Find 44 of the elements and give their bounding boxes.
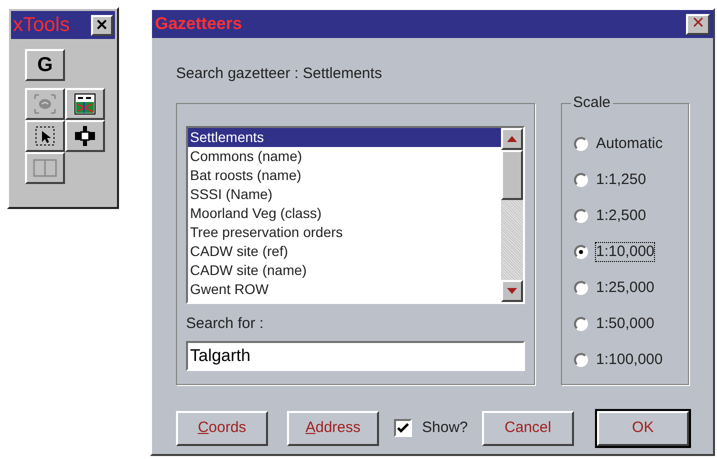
search-field[interactable]: Talgarth: [186, 340, 525, 370]
crosshair-icon: [74, 125, 96, 147]
g-tool-button[interactable]: G: [25, 49, 65, 81]
list-item[interactable]: Bat roosts (name): [188, 166, 501, 184]
close-button[interactable]: ✕: [91, 14, 113, 36]
scroll-thumb[interactable]: [501, 150, 523, 200]
checkbox-icon: [394, 419, 412, 437]
dialog-button[interactable]: Address: [287, 410, 379, 446]
down-arrow-icon: [507, 288, 517, 294]
dialog-button[interactable]: OK: [596, 410, 689, 446]
list-item[interactable]: Gwent ROW: [188, 280, 501, 298]
list-item[interactable]: Settlements: [188, 128, 501, 146]
search-label: Search for :: [186, 314, 265, 332]
scale-radio[interactable]: 1:2,500: [574, 206, 688, 226]
scrollbar[interactable]: [501, 128, 523, 302]
search-heading: Search gazetteer : Settlements: [176, 64, 383, 84]
scale-radio[interactable]: 1:10,000: [574, 242, 688, 262]
list-item[interactable]: Tree preservation orders: [188, 222, 501, 242]
scroll-down-button[interactable]: [501, 280, 523, 302]
dialog-button[interactable]: Coords: [176, 410, 268, 446]
dialog-button[interactable]: Cancel: [482, 410, 574, 446]
close-button[interactable]: ✕: [686, 14, 710, 34]
list-item[interactable]: Commons (name): [188, 146, 501, 166]
list-item[interactable]: Moorland Veg (class): [188, 204, 501, 222]
scale-radio[interactable]: 1:100,000: [574, 350, 688, 370]
tool-button[interactable]: [65, 120, 105, 152]
tool-button[interactable]: [65, 88, 105, 120]
map-icon: [74, 93, 96, 115]
selection-icon: [34, 125, 56, 147]
list-item[interactable]: SSSI (Name): [188, 184, 501, 204]
scale-radio[interactable]: 1:1,250: [574, 170, 688, 190]
scale-radio[interactable]: 1:25,000: [574, 278, 688, 298]
dialog-title: Gazetteers: [155, 13, 242, 36]
toolbox-title: xTools: [13, 15, 70, 35]
scale-radio[interactable]: Automatic: [574, 134, 688, 154]
list-item[interactable]: CADW site (ref): [188, 242, 501, 260]
show-checkbox[interactable]: Show?: [394, 416, 468, 440]
rotate-icon: [33, 93, 57, 115]
scroll-up-button[interactable]: [501, 128, 523, 150]
panel-icon: [33, 159, 57, 177]
up-arrow-icon: [507, 136, 517, 142]
tool-button[interactable]: [25, 120, 65, 152]
list-item[interactable]: CADW site (name): [188, 260, 501, 280]
scale-radio[interactable]: 1:50,000: [574, 314, 688, 334]
